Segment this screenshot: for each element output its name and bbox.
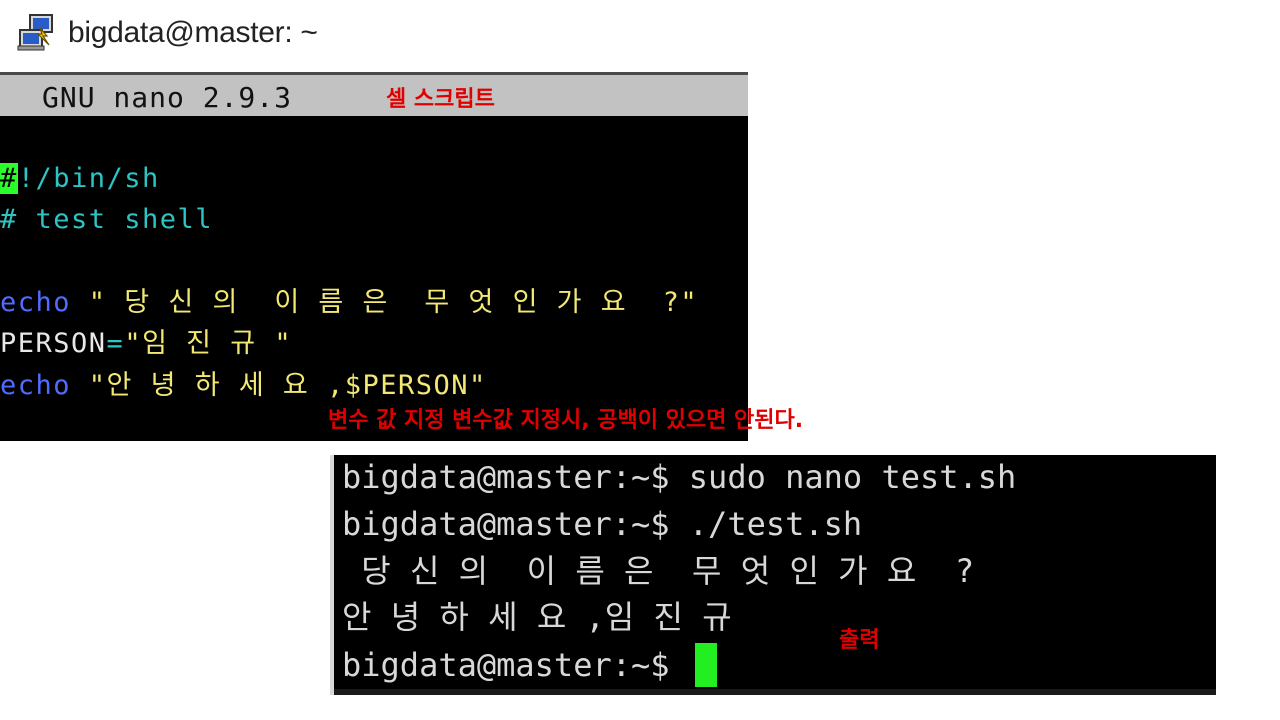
terminal-line: 당 신 의 이 름 은 무 엇 인 가 요 ? <box>342 552 975 590</box>
window-titlebar: bigdata@master: ~ <box>16 8 318 58</box>
code-line-person-assignment: PERSON="임 진 규 " <box>0 330 292 357</box>
variable-annotation: 변수 값 지정 변수값 지정시, 공백이 있으면 안된다. <box>328 408 804 433</box>
putty-icon <box>17 14 53 51</box>
terminal-prompt-line: bigdata@master:~$ <box>342 643 717 687</box>
shell-script-annotation: 셀 스크립트 <box>386 87 495 112</box>
assignment-operator: = <box>106 328 125 359</box>
terminal-line: bigdata@master:~$ ./test.sh <box>342 505 863 543</box>
window-title: bigdata@master: ~ <box>68 16 318 49</box>
echo-keyword: echo <box>0 370 72 401</box>
screenshot-page: bigdata@master: ~ GNU nano 2.9.3 셀 스크립트 … <box>0 0 1280 720</box>
nano-editor-screenshot: GNU nano 2.9.3 셀 스크립트 #!/bin/sh # test s… <box>0 72 803 441</box>
terminal-prompt: bigdata@master:~$ <box>342 646 689 684</box>
terminal-cursor <box>694 643 717 687</box>
code-line-comment: # test shell <box>0 204 214 235</box>
editor-cursor: # <box>0 163 18 194</box>
terminal-bottom-edge <box>334 689 1216 695</box>
terminal-output-screenshot: bigdata@master:~$ sudo nano test.sh bigd… <box>330 455 1216 695</box>
code-line-echo-question: echo " 당 신 의 이 름 은 무 엇 인 가 요 ?" <box>0 289 698 316</box>
variable-value: "임 진 규 " <box>124 328 293 359</box>
terminal-line: bigdata@master:~$ sudo nano test.sh <box>342 458 1017 496</box>
echo-string: " 당 신 의 이 름 은 무 엇 인 가 요 ?" <box>71 287 699 318</box>
nano-version-label: GNU nano 2.9.3 <box>42 81 293 114</box>
terminal-line: 안 녕 하 세 요 ,임 진 규 <box>342 598 732 636</box>
output-annotation: 출력 <box>839 628 880 653</box>
shebang-path: !/bin/sh <box>17 163 160 194</box>
variable-name: PERSON <box>0 328 107 359</box>
code-line-echo-greeting: echo "안 녕 하 세 요 ,$PERSON" <box>0 372 487 399</box>
echo-keyword: echo <box>0 287 72 318</box>
nano-header-bar: GNU nano 2.9.3 셀 스크립트 <box>0 72 748 116</box>
echo-string: "안 녕 하 세 요 ,$PERSON" <box>71 370 487 401</box>
code-line-shebang: #!/bin/sh <box>0 163 160 194</box>
